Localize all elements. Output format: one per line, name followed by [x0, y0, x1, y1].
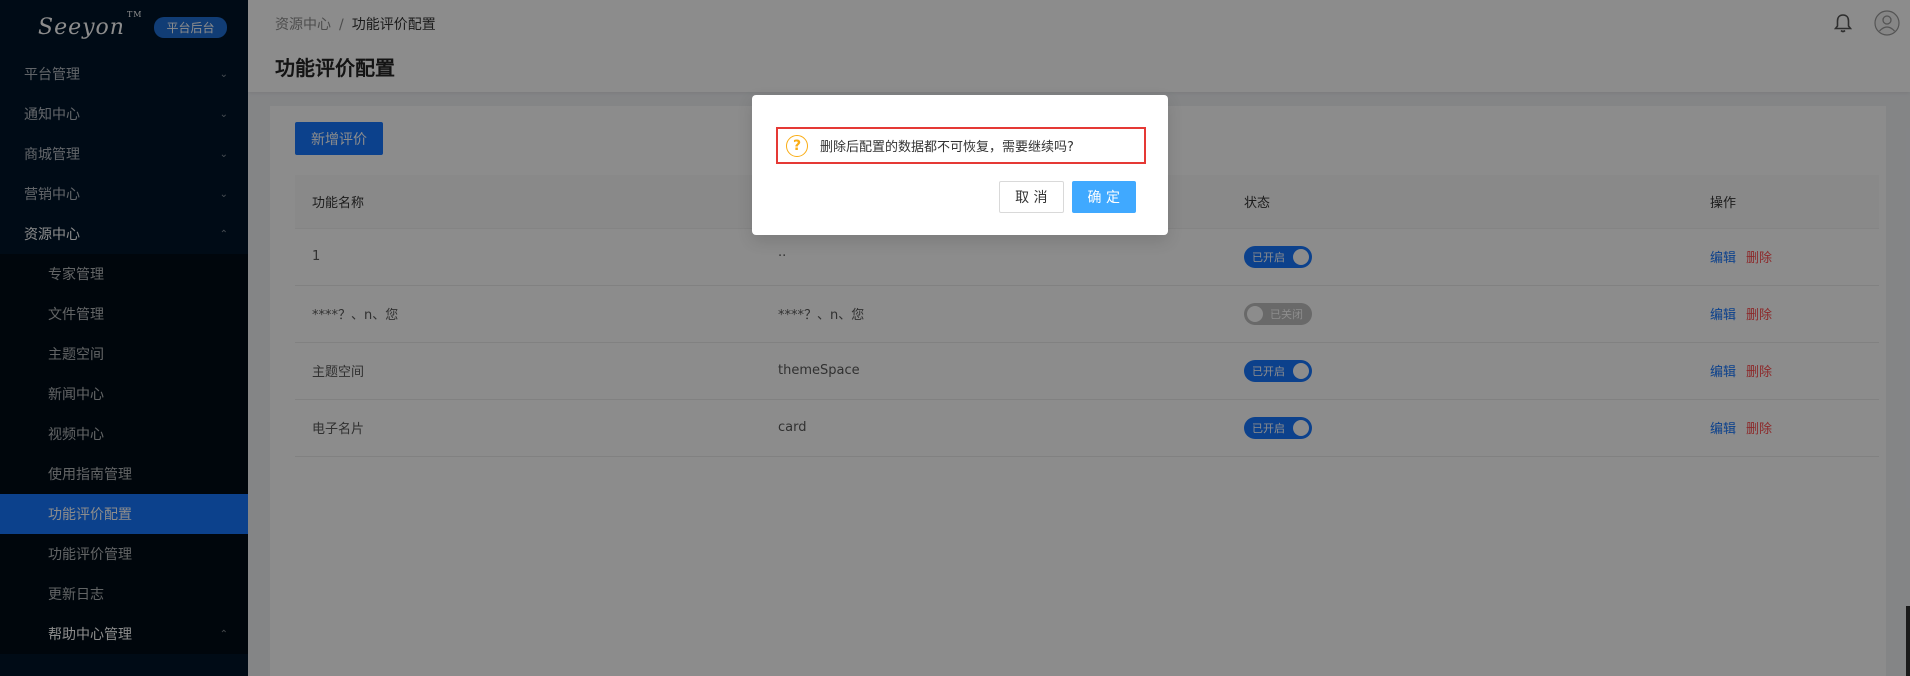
scrollbar-edge: [1906, 606, 1910, 676]
dialog-buttons: 取 消 确 定: [999, 181, 1136, 213]
ok-button[interactable]: 确 定: [1071, 181, 1136, 213]
confirm-message: ? 删除后配置的数据都不可恢复，需要继续吗?: [776, 127, 1146, 164]
confirm-dialog: ? 删除后配置的数据都不可恢复，需要继续吗? 取 消 确 定: [752, 95, 1168, 235]
question-icon: ?: [786, 134, 808, 157]
cancel-button[interactable]: 取 消: [999, 181, 1064, 213]
confirm-message-text: 删除后配置的数据都不可恢复，需要继续吗?: [820, 140, 1074, 155]
